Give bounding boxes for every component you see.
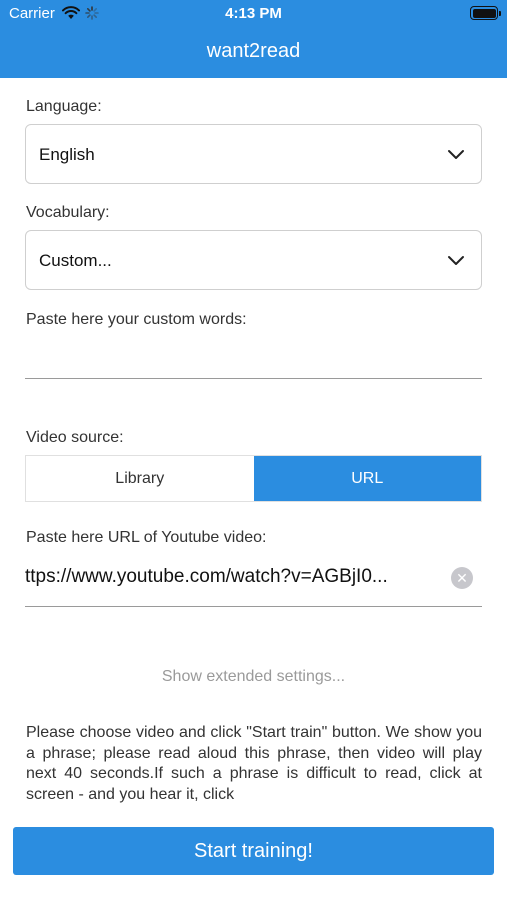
chevron-down-icon (447, 147, 465, 165)
vocabulary-value: Custom... (39, 251, 112, 270)
vocabulary-label: Vocabulary: (26, 204, 110, 221)
youtube-url-underline (25, 606, 482, 607)
status-time: 4:13 PM (225, 5, 282, 22)
language-value: English (39, 145, 95, 164)
battery-icon (470, 6, 501, 20)
instructions-text: Please choose video and click "Start tra… (26, 724, 482, 803)
custom-words-field[interactable] (26, 345, 482, 375)
chevron-down-icon (447, 253, 465, 271)
video-source-segmented-control: Library URL (25, 455, 482, 502)
video-source-label: Video source: (26, 429, 124, 446)
status-bar: Carrier 4:13 PM (0, 0, 507, 28)
vocabulary-select[interactable]: Custom... (25, 230, 482, 290)
custom-words-underline (25, 378, 482, 379)
start-training-button[interactable]: Start training! (13, 827, 494, 875)
language-select[interactable]: English (25, 124, 482, 184)
language-label: Language: (26, 98, 102, 115)
youtube-url-input[interactable]: ttps://www.youtube.com/watch?v=AGBjI0... (25, 566, 450, 588)
segment-library[interactable]: Library (26, 456, 254, 501)
segment-url[interactable]: URL (253, 456, 481, 501)
show-extended-settings-link[interactable]: Show extended settings... (0, 668, 507, 686)
clear-icon[interactable]: ✕ (451, 567, 473, 589)
top-bar: Carrier 4:13 PM want2read (0, 0, 507, 78)
nav-title: want2read (206, 40, 301, 62)
youtube-url-label: Paste here URL of Youtube video: (26, 529, 267, 546)
custom-words-label: Paste here your custom words: (26, 311, 247, 328)
